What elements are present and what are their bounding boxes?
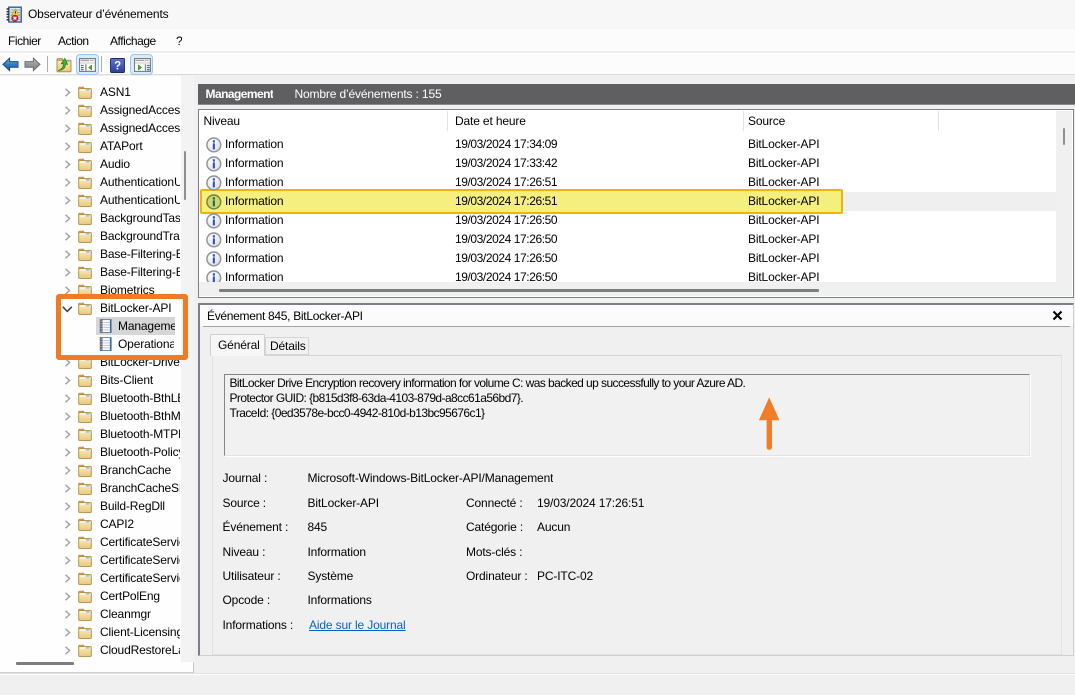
svg-text:?: ? [114, 60, 121, 72]
